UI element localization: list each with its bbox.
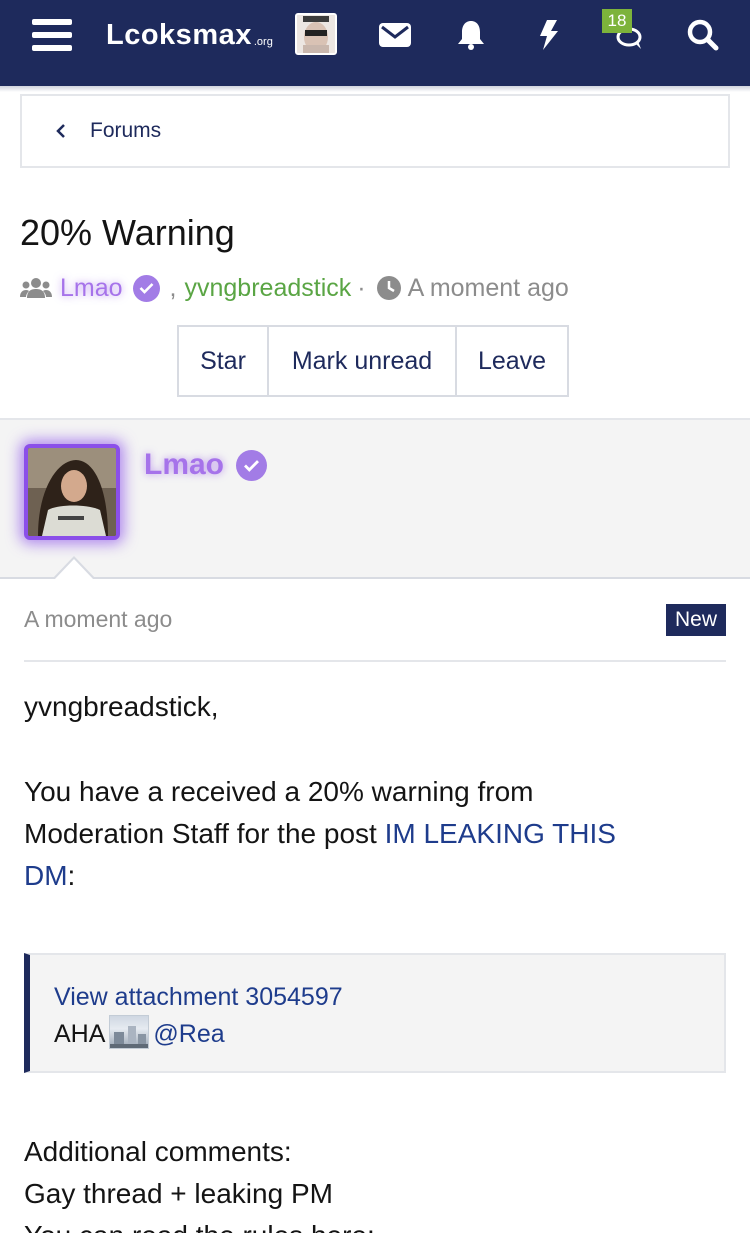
avatar-photo (28, 448, 116, 536)
comments-text: Gay thread + leaking PM (24, 1178, 333, 1209)
menu-button[interactable] (30, 13, 74, 57)
rules-text: You can read the rules here: (24, 1215, 724, 1233)
avatar-image (297, 15, 335, 53)
participant-link-lmao[interactable]: Lmao (60, 274, 123, 303)
leave-button[interactable]: Leave (455, 325, 569, 397)
warning-line-1: You have a received a 20% warning from (24, 776, 534, 807)
star-button[interactable]: Star (177, 325, 269, 397)
inline-image[interactable] (109, 1015, 150, 1049)
quote-line: AHA @Rea (54, 1015, 724, 1052)
search-button[interactable] (682, 13, 724, 57)
greeting-text: yvngbreadstick, (24, 691, 219, 722)
post-link-continued[interactable]: DM (24, 860, 68, 891)
mention-link[interactable]: @Rea (153, 1020, 224, 1048)
breadcrumb-forums-link[interactable]: Forums (90, 119, 161, 143)
warning-paragraph: You have a received a 20% warning from M… (24, 771, 724, 897)
message-divider (24, 660, 726, 662)
thread-meta: Lmao , yvngbreadstick · A moment ago (20, 268, 569, 308)
mark-unread-button[interactable]: Mark unread (267, 325, 457, 397)
users-icon (20, 278, 52, 298)
meta-dot: · (357, 273, 366, 302)
bell-icon (458, 21, 484, 50)
message-user-block: Lmao (0, 418, 750, 579)
warning-line-2-text: Moderation Staff for the post (24, 818, 385, 849)
quoted-post: View attachment 3054597 AHA @Rea (24, 953, 726, 1073)
breadcrumb[interactable]: Forums (20, 94, 730, 168)
message-arrow-inner (54, 559, 94, 580)
envelope-icon (379, 23, 411, 47)
page-title: 20% Warning (20, 212, 235, 253)
verified-badge-icon (236, 449, 268, 481)
chevron-left-icon (56, 124, 65, 138)
post-link-suffix: : (67, 860, 76, 891)
bolt-icon (540, 20, 558, 50)
verified-badge-icon (132, 274, 160, 302)
account-avatar[interactable] (295, 13, 337, 55)
warning-line-2: Moderation Staff for the post IM LEAKING… (24, 813, 724, 855)
notification-count-badge: 18 (602, 9, 632, 33)
site-logo[interactable]: Lcoksmax .org (106, 13, 286, 57)
nav-shadow (0, 86, 750, 92)
message-author[interactable]: Lmao (144, 448, 268, 482)
logo-text: Lcoksmax (106, 18, 252, 51)
whats-new-button[interactable] (530, 13, 568, 57)
quote-text: AHA (54, 1020, 106, 1048)
warning-line-3: DM: (24, 855, 724, 897)
menu-icon (32, 19, 72, 51)
alerts-button[interactable] (452, 13, 490, 57)
message-time[interactable]: A moment ago (24, 606, 172, 633)
message-author-name[interactable]: Lmao (144, 448, 224, 482)
participant-link-yvngbreadstick[interactable]: yvngbreadstick (185, 274, 352, 303)
clock-icon (376, 276, 401, 300)
conversation-actions: Star Mark unread Leave (177, 325, 569, 397)
logo-suffix: .org (253, 36, 273, 48)
user-avatar[interactable] (24, 444, 120, 540)
thread-time: A moment ago (407, 273, 569, 302)
inbox-button[interactable] (376, 13, 414, 57)
additional-comments: Additional comments: Gay thread + leakin… (24, 1131, 724, 1233)
view-attachment-link[interactable]: View attachment 3054597 (54, 979, 724, 1015)
search-icon (687, 19, 719, 51)
participant-separator: , (169, 273, 177, 302)
new-badge: New (666, 604, 726, 636)
post-link[interactable]: IM LEAKING THIS (385, 818, 616, 849)
comments-label: Additional comments: (24, 1136, 292, 1167)
